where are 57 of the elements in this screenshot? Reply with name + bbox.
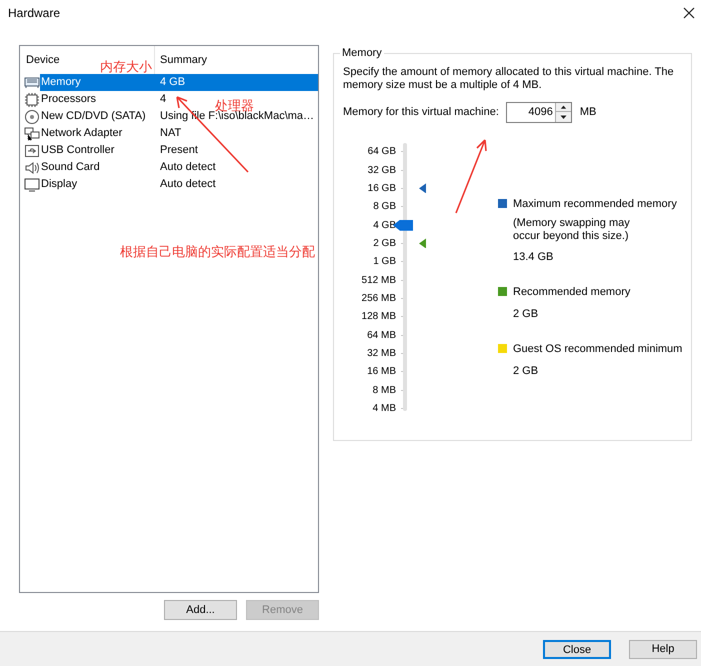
summary-cell[interactable]: 4 GB [160, 74, 318, 91]
summary-cell[interactable]: 4 [160, 91, 166, 108]
device-name-cell[interactable]: Processors [40, 91, 160, 108]
display-device-icon [24, 176, 40, 192]
close-icon[interactable] [683, 7, 695, 19]
window-title: Hardware [8, 5, 60, 22]
device-name-cell[interactable]: Display [40, 176, 160, 193]
tick-label: 64 MB [367, 328, 396, 343]
legend-note: (Memory swapping may occur beyond this size.) [513, 217, 631, 243]
description-text: Specify the amount of memory allocated to this virtual machine. The memory size must be a multiple of 4 MB. [343, 66, 675, 92]
summary-cell[interactable]: Present [160, 142, 198, 159]
tick-label: 8 MB [372, 384, 396, 398]
tick-label: 64 GB [368, 145, 396, 160]
group-title: Memory [341, 46, 383, 61]
device-name-cell[interactable]: Memory [40, 74, 160, 91]
summary-cell[interactable]: Auto detect [160, 176, 216, 193]
device-name-cell[interactable]: New CD/DVD (SATA) [40, 108, 160, 125]
help-button[interactable]: Help [629, 640, 697, 658]
add-button[interactable]: Add... [164, 600, 237, 620]
tick-label: 8 GB [373, 200, 396, 214]
field-label: Memory for this virtual machine: [343, 104, 499, 120]
legend-value: 2 GB [513, 364, 540, 379]
unit-label: MB [580, 104, 596, 120]
spin-up-icon[interactable] [556, 102, 571, 112]
summary-cell[interactable]: Auto detect [160, 159, 216, 176]
summary-cell[interactable]: NAT [160, 125, 182, 142]
tick-label: 256 MB [362, 292, 396, 306]
tick-label: 32 MB [367, 347, 396, 362]
tick-label: 4 MB [372, 402, 396, 416]
legend-label: Recommended memory [513, 284, 630, 300]
legend-label: Guest OS recommended minimum [513, 342, 682, 356]
tick-label: 128 MB [362, 310, 396, 324]
cd-device-icon [24, 108, 40, 124]
tick-label: 16 MB [367, 365, 396, 380]
memory-device-icon [24, 74, 40, 90]
processor-device-icon [24, 92, 40, 108]
legend-value: 2 GB [513, 307, 540, 322]
tick-label: 32 GB [368, 164, 396, 178]
spin-box[interactable]: 4096 [506, 102, 572, 122]
tick-label: 2 GB [373, 236, 396, 251]
usb-device-icon [24, 142, 40, 158]
network-device-icon [24, 126, 40, 142]
device-name-cell[interactable]: Sound Card [40, 159, 160, 176]
tick-label: 512 MB [362, 274, 396, 288]
device-name-cell[interactable]: Network Adapter [40, 125, 160, 142]
column-header[interactable]: Summary [155, 46, 318, 74]
spin-down-icon[interactable] [556, 112, 571, 122]
device-name-cell[interactable]: USB Controller [40, 142, 160, 159]
tick-label: 1 GB [373, 255, 396, 270]
annotation-text: 根据自己电脑的实际配置适当分配 [120, 244, 315, 262]
memory-value-input[interactable]: 4096 [506, 102, 555, 122]
tick-label: 16 GB [368, 182, 396, 196]
legend-value: 13.4 GB [513, 250, 554, 265]
close-button[interactable]: Close [543, 640, 611, 658]
legend-label: Maximum recommended memory [513, 196, 677, 212]
annotation-text: 内存大小 [100, 59, 152, 77]
sound-device-icon [24, 160, 40, 176]
